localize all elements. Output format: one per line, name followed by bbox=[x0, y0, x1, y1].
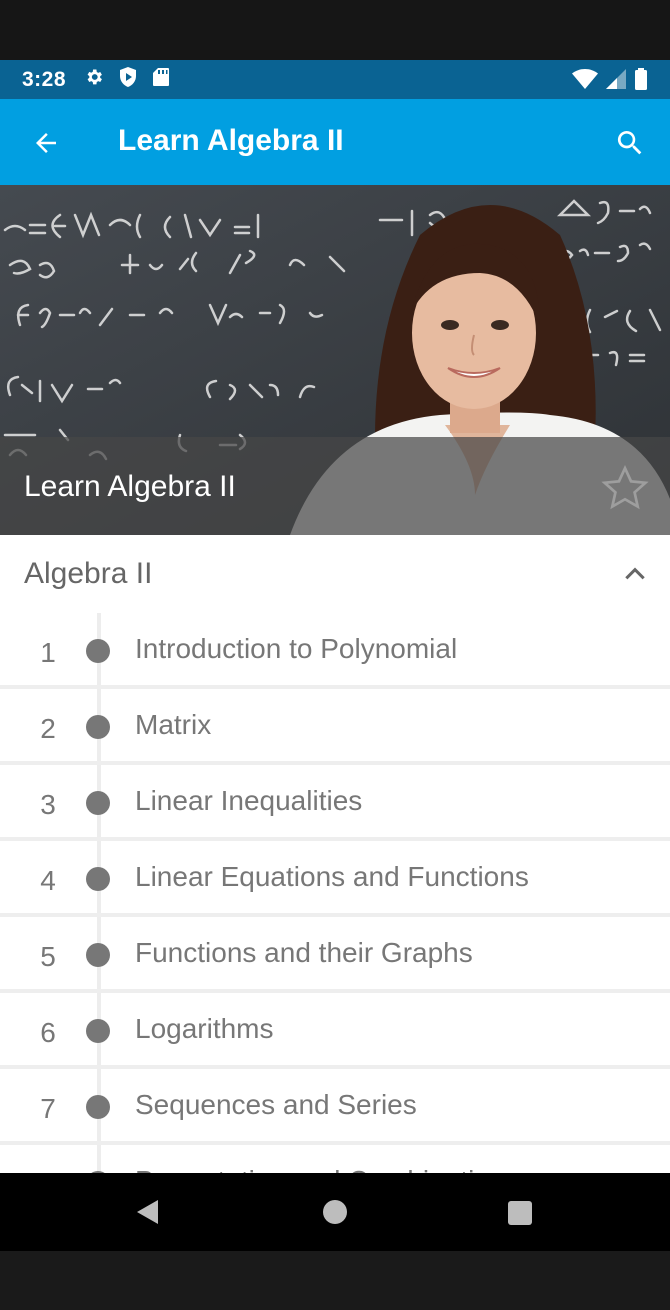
system-nav-bar bbox=[0, 1173, 670, 1251]
star-outline-icon bbox=[601, 464, 649, 510]
topic-label: Permutation and Combination bbox=[135, 1165, 505, 1173]
timeline-dot-icon bbox=[86, 639, 110, 663]
search-icon bbox=[617, 131, 642, 155]
hero-caption: Learn Algebra II bbox=[0, 437, 670, 535]
app-bar: Learn Algebra II bbox=[0, 99, 670, 185]
timeline-dot-icon bbox=[86, 867, 110, 891]
topic-label: Logarithms bbox=[135, 1013, 274, 1044]
topic-label: Functions and their Graphs bbox=[135, 937, 473, 968]
topic-row[interactable]: 8 Permutation and Combination bbox=[0, 1145, 670, 1173]
timeline-dot-icon bbox=[86, 1095, 110, 1119]
topic-label: Linear Equations and Functions bbox=[135, 861, 529, 892]
back-button[interactable] bbox=[26, 123, 66, 163]
nav-recents-icon[interactable] bbox=[508, 1201, 532, 1225]
back-arrow-icon bbox=[36, 133, 56, 153]
topic-label: Sequences and Series bbox=[135, 1089, 417, 1120]
timeline-dot-icon bbox=[86, 1019, 110, 1043]
topic-row[interactable]: 1 Introduction to Polynomial bbox=[0, 613, 670, 689]
topic-label: Matrix bbox=[135, 709, 212, 740]
hero-title: Learn Algebra II bbox=[24, 470, 236, 503]
timeline-dot-icon bbox=[86, 943, 110, 967]
topic-row[interactable]: 7 Sequences and Series bbox=[0, 1069, 670, 1145]
section-title: Algebra II bbox=[24, 557, 153, 590]
topic-list: 1 Introduction to Polynomial 2 Matrix 3 … bbox=[0, 613, 670, 1173]
top-bezel bbox=[0, 0, 670, 60]
section-header[interactable]: Algebra II bbox=[0, 535, 670, 613]
bottom-bezel bbox=[0, 1251, 670, 1310]
topic-row[interactable]: 6 Logarithms bbox=[0, 993, 670, 1069]
nav-back-icon[interactable] bbox=[134, 1198, 162, 1226]
topic-row[interactable]: 5 Functions and their Graphs bbox=[0, 917, 670, 993]
topics-panel: Algebra II 1 Introduction to Polynomial … bbox=[0, 535, 670, 1173]
topic-number: 3 bbox=[40, 789, 56, 820]
nav-home-icon[interactable] bbox=[323, 1200, 347, 1224]
status-bar: 3:28 bbox=[0, 60, 670, 99]
chevron-up-icon[interactable] bbox=[622, 561, 648, 587]
wifi-icon bbox=[572, 69, 598, 94]
timeline-dot-icon bbox=[86, 715, 110, 739]
shield-play-icon bbox=[118, 66, 138, 93]
gear-icon bbox=[84, 67, 104, 92]
topic-label: Introduction to Polynomial bbox=[135, 633, 458, 664]
topic-number: 6 bbox=[40, 1017, 56, 1048]
hero-banner: Learn Algebra II bbox=[0, 185, 670, 535]
topic-number: 4 bbox=[40, 865, 56, 896]
topic-number: 7 bbox=[40, 1093, 56, 1124]
battery-icon bbox=[634, 68, 648, 95]
timeline-dot-icon bbox=[86, 791, 110, 815]
topic-row[interactable]: 3 Linear Inequalities bbox=[0, 765, 670, 841]
signal-icon bbox=[606, 69, 626, 94]
topic-label: Linear Inequalities bbox=[135, 785, 363, 816]
app-title: Learn Algebra II bbox=[118, 124, 344, 157]
topic-row[interactable]: 2 Matrix bbox=[0, 689, 670, 765]
favorite-button[interactable] bbox=[600, 463, 650, 513]
search-button[interactable] bbox=[610, 123, 650, 163]
topic-number: 5 bbox=[40, 941, 56, 972]
topic-row[interactable]: 4 Linear Equations and Functions bbox=[0, 841, 670, 917]
status-time: 3:28 bbox=[22, 67, 67, 91]
sd-card-icon bbox=[152, 67, 170, 92]
topic-number: 2 bbox=[40, 713, 56, 744]
topic-number: 1 bbox=[40, 637, 56, 668]
